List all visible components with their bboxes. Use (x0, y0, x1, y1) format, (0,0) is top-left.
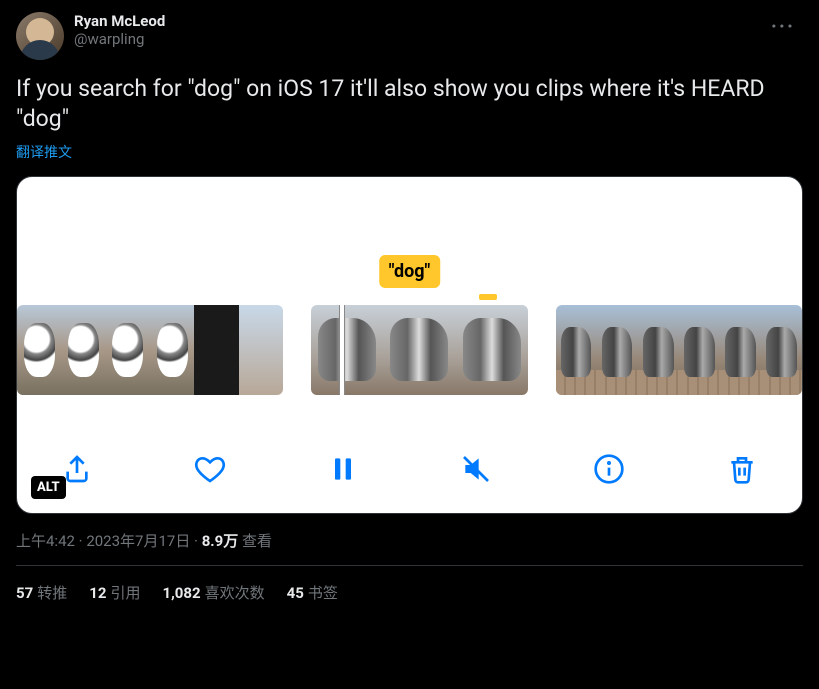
tweet-stats: 57转推 12引用 1,082喜欢次数 45书签 (16, 566, 803, 603)
search-term-badge: "dog" (379, 255, 441, 288)
playhead[interactable] (339, 305, 345, 395)
info-icon[interactable] (591, 451, 627, 487)
video-filmstrip (17, 305, 802, 395)
retweets-stat[interactable]: 57转推 (16, 582, 67, 603)
user-names: Ryan McLeod @warpling (74, 12, 753, 48)
avatar[interactable] (16, 12, 64, 60)
alt-badge[interactable]: ALT (31, 476, 66, 499)
quotes-stat[interactable]: 12引用 (89, 582, 140, 603)
tweet-header: Ryan McLeod @warpling ··· (16, 12, 803, 60)
tweet-text: If you search for "dog" on iOS 17 it'll … (16, 74, 803, 134)
tweet-container: Ryan McLeod @warpling ··· If you search … (0, 0, 819, 615)
bookmarks-stat[interactable]: 45书签 (287, 582, 338, 603)
trash-icon[interactable] (724, 451, 760, 487)
tweet-date[interactable]: 2023年7月17日 (86, 532, 190, 550)
clip-group-1[interactable] (17, 305, 283, 395)
mute-icon[interactable] (458, 451, 494, 487)
more-icon[interactable]: ··· (763, 12, 803, 40)
timeline-marker (479, 294, 497, 300)
pause-icon[interactable] (325, 451, 361, 487)
views-count: 8.9万 (202, 532, 239, 550)
views-label: 查看 (238, 532, 272, 550)
likes-stat[interactable]: 1,082喜欢次数 (162, 582, 264, 603)
display-name[interactable]: Ryan McLeod (74, 12, 753, 30)
tweet-media[interactable]: "dog" (16, 176, 803, 514)
tweet-time[interactable]: 上午4:42 (16, 532, 75, 550)
translate-link[interactable]: 翻译推文 (16, 142, 803, 162)
heart-icon[interactable] (192, 451, 228, 487)
tweet-meta: 上午4:42 · 2023年7月17日 · 8.9万 查看 (16, 530, 803, 551)
media-controls (17, 451, 802, 487)
clip-group-2[interactable] (311, 305, 528, 395)
user-handle[interactable]: @warpling (74, 30, 753, 48)
clip-group-3[interactable] (556, 305, 802, 395)
